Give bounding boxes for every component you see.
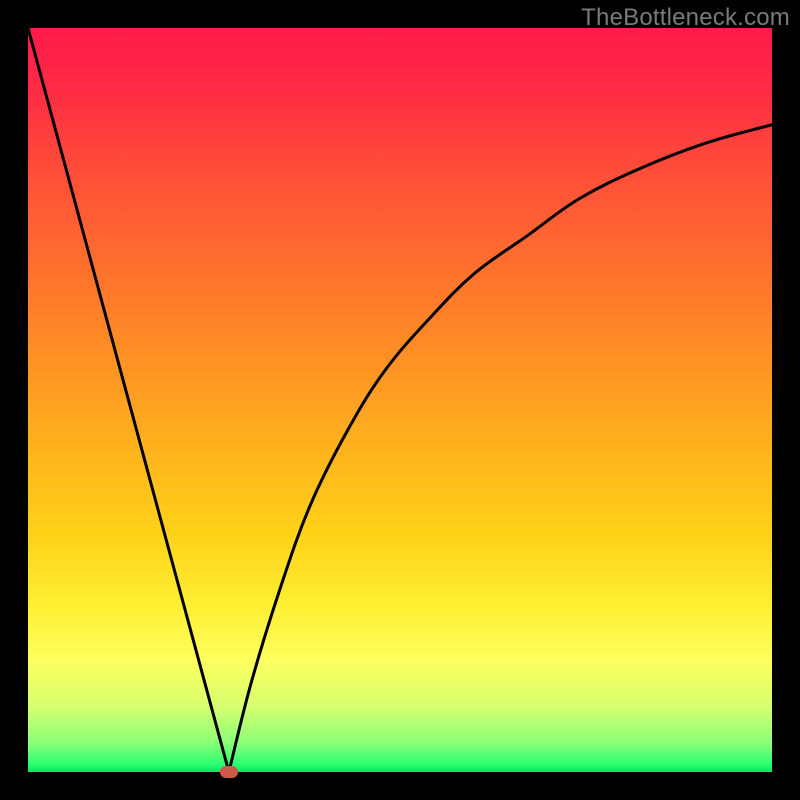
plot-area <box>28 28 772 772</box>
curve-left <box>28 28 229 772</box>
curve-right <box>229 125 772 772</box>
curve-svg <box>28 28 772 772</box>
chart-frame: TheBottleneck.com <box>0 0 800 800</box>
minimum-marker <box>220 766 238 778</box>
